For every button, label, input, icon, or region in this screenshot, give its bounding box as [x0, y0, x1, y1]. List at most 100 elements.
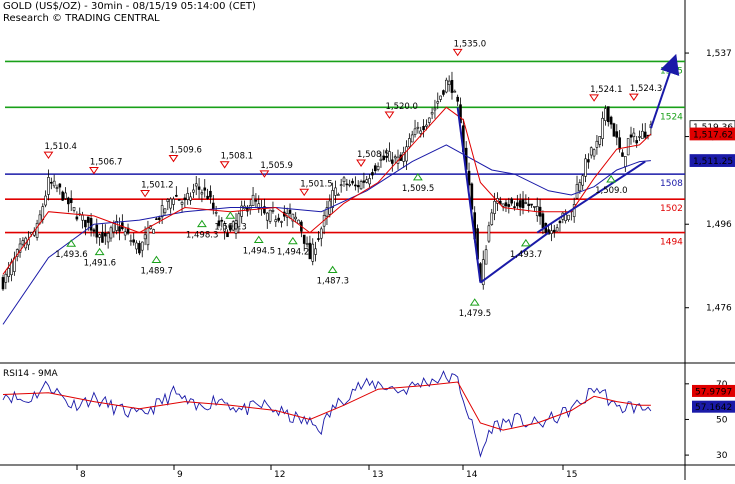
candle-body [61, 191, 64, 201]
candle-body [524, 202, 528, 204]
swing-low-label: 1,500.3 [214, 222, 246, 232]
candle-body [578, 182, 582, 192]
candle-body [112, 223, 116, 233]
candle-body [314, 248, 317, 255]
rsi-badge-label: 57.9797 [695, 387, 732, 397]
candle-body [354, 184, 357, 187]
candle-body [41, 206, 45, 220]
candle-body [214, 211, 218, 214]
candle-body [609, 116, 613, 125]
date-tick-label: 14 [466, 470, 478, 480]
candle-body [592, 149, 596, 157]
candle-body [152, 229, 155, 234]
price-tick-label: 1,496 [706, 220, 732, 230]
candle-body [618, 137, 621, 150]
candle-body [104, 232, 107, 237]
candle-body [530, 203, 533, 206]
candle-body [456, 96, 459, 102]
candle-body [427, 117, 431, 123]
candle-body [598, 136, 602, 145]
candle-body [109, 227, 113, 239]
rsi-line [2, 370, 652, 458]
swing-high-marker [299, 188, 310, 197]
candle-body [444, 79, 448, 93]
price-tick-label: 1,476 [706, 304, 732, 314]
candle-body [493, 200, 496, 214]
candle-body [163, 208, 167, 214]
swing-low-marker [327, 265, 338, 274]
swing-low-marker [151, 255, 162, 264]
trendline [536, 160, 646, 234]
swing-low-label: 1,491.6 [84, 259, 116, 269]
candle-body [183, 197, 187, 201]
level-label: 1502 [660, 204, 683, 214]
candle-body [589, 147, 593, 156]
candle-body [47, 177, 50, 195]
candle-body [518, 200, 522, 208]
swing-high-marker [43, 151, 54, 160]
candle-body [194, 183, 198, 187]
candle-body [4, 273, 8, 283]
candle-body [95, 224, 99, 238]
swing-low-marker [469, 298, 480, 306]
candle-body [567, 214, 570, 220]
swing-low-marker [225, 211, 236, 219]
candle-body [507, 204, 511, 207]
candle-body [186, 193, 190, 200]
candle-body [521, 199, 525, 208]
candle-body [413, 128, 417, 135]
trendline [456, 107, 482, 283]
candle-body [317, 238, 320, 240]
swing-high-marker [589, 94, 600, 102]
swing-high-marker [384, 111, 395, 119]
candle-body [169, 198, 172, 209]
swing-low-marker [287, 236, 298, 245]
swing-high-marker [88, 167, 99, 175]
candle-body [533, 206, 536, 208]
candle-body [55, 187, 59, 189]
candle-body [211, 202, 215, 210]
candle-body [84, 219, 87, 228]
candle-body [75, 216, 79, 220]
candle-body [348, 184, 351, 186]
candle-body [587, 159, 590, 163]
candle-body [172, 198, 175, 205]
candle-body [7, 268, 10, 277]
candle-body [373, 165, 377, 172]
candle-body [527, 203, 531, 206]
chart-root: GOLD (US$/OZ) - 30min - 08/15/19 05:14:0… [0, 0, 735, 480]
swing-high-label: 1,506.7 [90, 158, 122, 168]
candle-body [368, 178, 371, 185]
candle-body [391, 159, 394, 164]
candle-body [541, 213, 545, 229]
candle-body [643, 131, 647, 138]
candle-body [146, 227, 150, 246]
candle-body [453, 90, 457, 93]
candle-body [64, 192, 67, 199]
candle-body [72, 207, 76, 211]
candle-body [140, 241, 144, 251]
swing-low-label: 1,493.7 [510, 250, 542, 260]
candle-body [305, 243, 309, 245]
candle-body [101, 232, 104, 243]
swing-low-label: 1,509.5 [402, 184, 434, 194]
swing-high-marker [140, 190, 151, 198]
candle-body [334, 187, 337, 196]
price-chart: 1,5371,5171,4961,47689121314151535152415… [0, 0, 735, 480]
candle-body [337, 194, 340, 196]
candle-body [581, 175, 585, 186]
candle-body [226, 232, 229, 238]
candle-body [339, 184, 343, 186]
candle-body [206, 195, 209, 199]
candle-body [416, 126, 420, 129]
swing-low-marker [196, 219, 207, 228]
candle-body [362, 180, 366, 183]
candle-body [442, 90, 445, 95]
candle-body [50, 181, 53, 184]
candle-body [92, 229, 96, 232]
candle-body [624, 156, 627, 167]
candle-body [86, 216, 90, 223]
candle-body [189, 196, 192, 201]
candle-body [351, 180, 354, 184]
candle-body [89, 218, 93, 231]
